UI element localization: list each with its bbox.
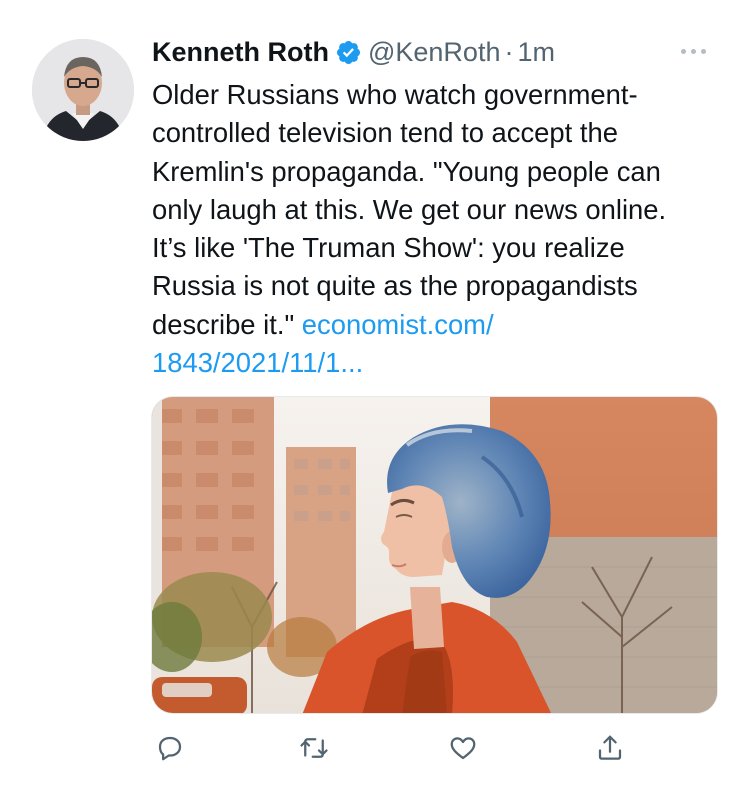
tweet-header: Kenneth Roth @KenRoth · 1m <box>152 30 555 74</box>
timestamp[interactable]: 1m <box>517 38 555 66</box>
like-icon-graphic <box>450 737 476 760</box>
tweet-text-line-last: describe it." economist.com/ <box>152 306 727 344</box>
author-name[interactable]: Kenneth Roth <box>152 38 329 66</box>
share-icon[interactable] <box>590 728 630 768</box>
tweet-text-line: Russia is not quite as the propagandists <box>152 270 638 302</box>
tweet-text-line: only laugh at this. We get our news onli… <box>152 193 667 225</box>
article-link[interactable]: economist.com/ <box>302 309 494 340</box>
tweet-text-end: describe it." <box>152 308 295 340</box>
author-avatar[interactable] <box>32 39 134 141</box>
more-dot <box>700 48 706 54</box>
more-dot <box>690 48 696 54</box>
tweet-actions <box>150 728 630 768</box>
verified-badge-icon <box>336 40 361 64</box>
author-handle[interactable]: @KenRoth <box>368 38 500 66</box>
retweet-icon-graphic <box>300 738 328 758</box>
tweet-media-image[interactable] <box>151 396 718 714</box>
retweet-icon[interactable] <box>294 728 334 768</box>
like-icon[interactable] <box>443 728 483 768</box>
more-dot <box>680 48 686 54</box>
avatar-photo <box>32 39 134 141</box>
photo-young-woman <box>152 397 717 713</box>
tweet-text-line: Kremlin's propaganda. "Young people can <box>152 155 661 187</box>
reply-icon-graphic <box>158 736 182 761</box>
tweet-text-line: controlled television tend to accept the <box>152 117 618 149</box>
tweet-text: Older Russians who watch government- con… <box>152 76 727 382</box>
article-link-continued[interactable]: 1843/2021/11/1... <box>152 344 727 382</box>
separator: · <box>504 36 514 67</box>
more-options-icon[interactable] <box>670 36 716 66</box>
reply-icon[interactable] <box>150 728 190 768</box>
tweet-text-line: Older Russians who watch government- <box>152 79 638 110</box>
tweet-text-line: It’s like 'The Truman Show': you realize <box>152 232 625 264</box>
share-icon-graphic <box>598 735 622 760</box>
